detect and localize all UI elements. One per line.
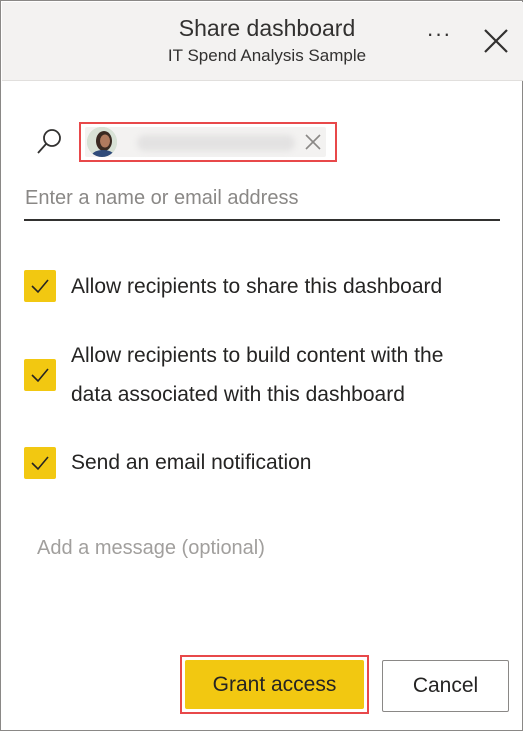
cancel-button[interactable]: Cancel (382, 660, 509, 712)
checkmark-icon (31, 279, 49, 294)
message-input[interactable] (37, 531, 497, 571)
checkmark-icon (31, 368, 49, 383)
share-checkbox[interactable] (24, 270, 56, 302)
build-content-label-line1: Allow recipients to build content with t… (71, 344, 444, 367)
more-options-icon[interactable]: ··· (424, 22, 454, 52)
checkmark-icon (31, 456, 49, 471)
share-dialog: Share dashboard IT Spend Analysis Sample… (0, 0, 523, 731)
recipient-input[interactable] (24, 181, 500, 221)
close-icon[interactable] (479, 24, 513, 58)
dialog-header: Share dashboard IT Spend Analysis Sample… (2, 2, 523, 81)
share-option-label: Allow recipients to share this dashboard (71, 275, 443, 298)
build-content-label-line2: data associated with this dashboard (71, 383, 405, 406)
avatar (87, 127, 117, 157)
build-content-checkbox[interactable] (24, 359, 56, 391)
grant-access-button[interactable]: Grant access (185, 660, 364, 709)
email-notification-checkbox[interactable] (24, 447, 56, 479)
recipient-chip[interactable] (85, 127, 326, 157)
recipient-name-redacted (137, 135, 295, 151)
selected-recipient-highlight (79, 122, 337, 162)
search-icon (35, 127, 63, 157)
remove-recipient-icon[interactable] (303, 132, 323, 152)
email-notification-label: Send an email notification (71, 451, 312, 474)
grant-access-highlight: Grant access (180, 655, 369, 714)
